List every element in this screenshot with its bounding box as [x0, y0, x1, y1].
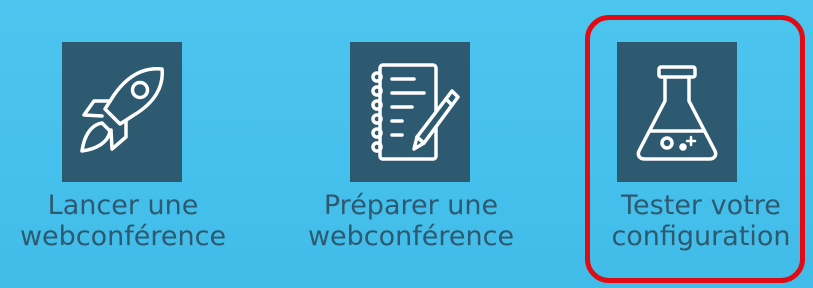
launch-icon-box[interactable] [62, 42, 182, 182]
launch-label-line1: Lancer une [47, 190, 199, 221]
launch-label-line2: webconférence [19, 221, 227, 252]
prepare-label[interactable]: Préparer une webconférence [296, 190, 526, 252]
launcher-panel: Lancer une webconférence Préparer une we… [0, 0, 813, 288]
prepare-webconference-tile[interactable] [350, 42, 470, 182]
prepare-label-line1: Préparer une [323, 190, 499, 221]
notebook-pencil-icon [371, 63, 460, 161]
prepare-icon-box[interactable] [350, 42, 470, 182]
prepare-label-line2: webconférence [307, 221, 515, 252]
rocket-icon [80, 66, 164, 153]
highlight-outline [585, 15, 805, 283]
launch-webconference-tile[interactable] [62, 42, 182, 182]
launch-label[interactable]: Lancer une webconférence [8, 190, 238, 252]
